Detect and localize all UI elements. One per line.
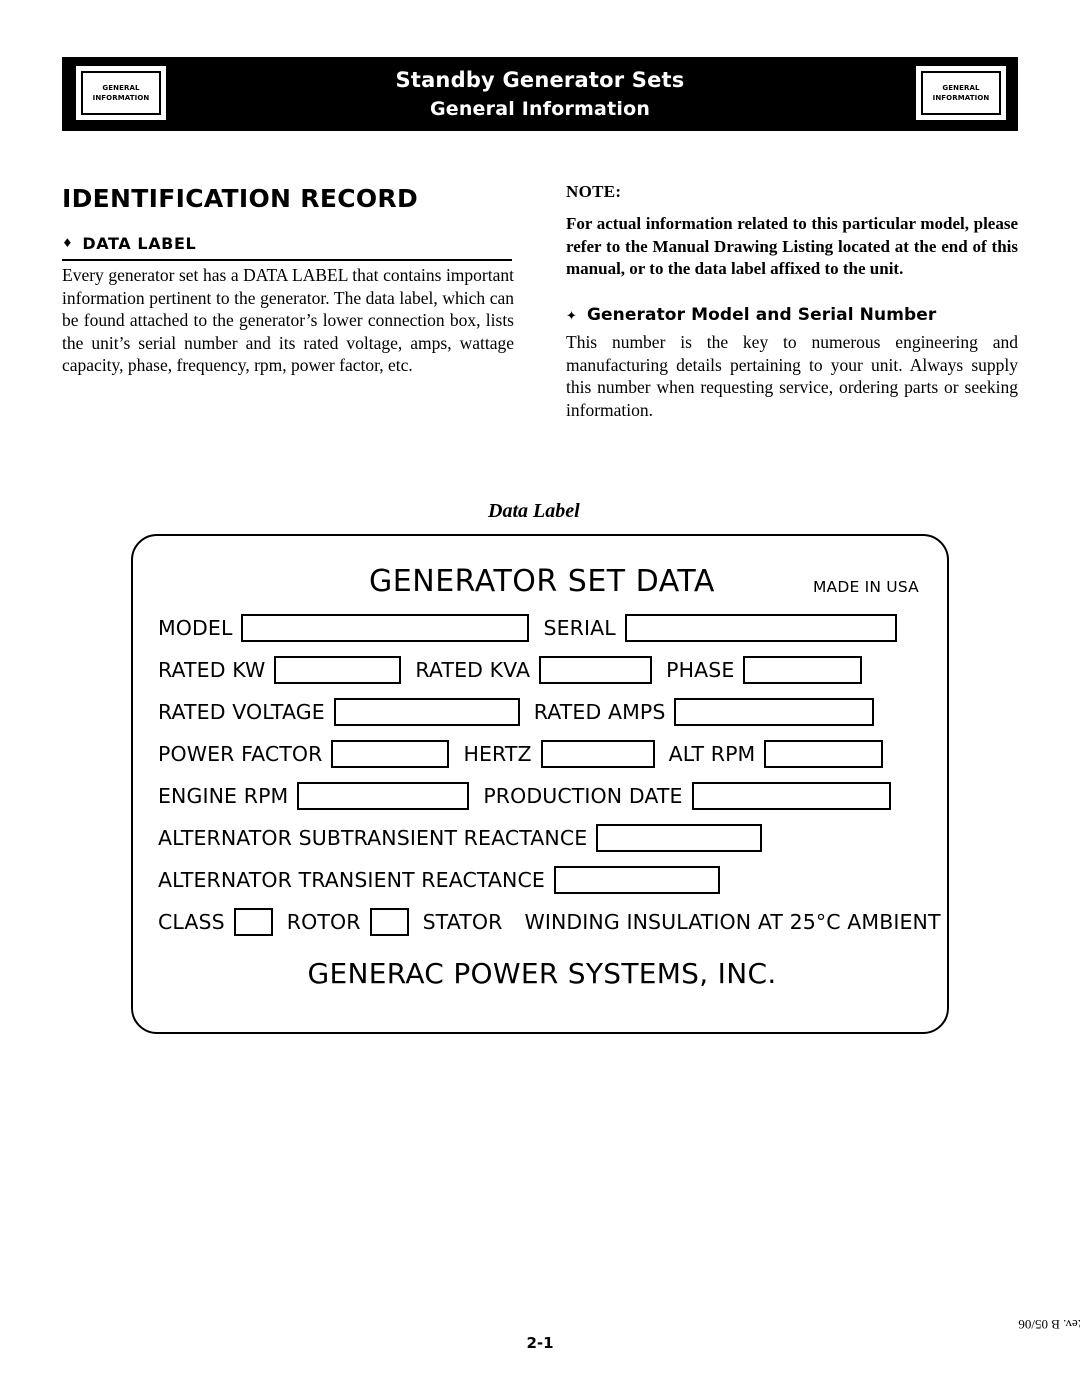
- page-header-title: Standby Generator Sets General Informati…: [62, 62, 1018, 121]
- field-label-hertz: HERTZ: [463, 742, 532, 766]
- field-input-rated-kva[interactable]: [539, 656, 653, 684]
- field-label-power-factor: POWER FACTOR: [158, 742, 323, 766]
- generator-model-paragraph: This number is the key to numerous engin…: [566, 332, 1018, 420]
- field-input-rated-voltage[interactable]: [333, 698, 520, 726]
- note-heading: NOTE:: [566, 182, 622, 201]
- field-label-winding: WINDING INSULATION AT 25°C AMBIENT: [524, 910, 941, 934]
- field-label-alt-transient: ALTERNATOR TRANSIENT REACTANCE: [158, 868, 545, 892]
- field-label-rated-kva: RATED KVA: [415, 658, 531, 682]
- generator-model-subheading-text: Generator Model and Serial Number: [587, 305, 937, 325]
- field-input-hertz[interactable]: [540, 740, 655, 768]
- plate-row-voltage-amps: RATED VOLTAGE RATED AMPS: [158, 698, 875, 726]
- tab-icon-right-line2: INFORMATION: [932, 94, 990, 102]
- plate-row-kw-kva-phase: RATED KW RATED KVA PHASE: [158, 656, 863, 684]
- plate-row-engine-production: ENGINE RPM PRODUCTION DATE: [158, 782, 891, 810]
- tab-icon-left-line1: GENERAL: [102, 83, 140, 92]
- plate-row-transient: ALTERNATOR TRANSIENT REACTANCE: [158, 866, 720, 894]
- field-label-alt-subtransient: ALTERNATOR SUBTRANSIENT REACTANCE: [158, 826, 588, 850]
- field-input-rated-amps[interactable]: [674, 698, 875, 726]
- field-label-alt-rpm: ALT RPM: [668, 742, 756, 766]
- page-number: 2-1: [526, 1334, 554, 1352]
- made-in-usa-text: MADE IN USA: [812, 578, 919, 596]
- plate-row-class-rotor-stator: CLASS ROTOR STATOR WINDING INSULATION AT…: [158, 908, 950, 936]
- plate-row-model-serial: MODEL SERIAL: [158, 614, 897, 642]
- field-input-serial[interactable]: [624, 614, 897, 642]
- field-input-engine-rpm[interactable]: [297, 782, 470, 810]
- field-input-rotor[interactable]: [369, 908, 409, 936]
- note-paragraph: For actual information related to this p…: [566, 214, 1018, 279]
- tab-icon-left-line2: INFORMATION: [92, 94, 150, 102]
- field-input-model[interactable]: [241, 614, 530, 642]
- field-label-rated-voltage: RATED VOLTAGE: [158, 700, 325, 724]
- field-label-stator: STATOR: [422, 910, 503, 934]
- field-input-phase[interactable]: [743, 656, 863, 684]
- field-label-engine-rpm: ENGINE RPM: [158, 784, 289, 808]
- data-label-subheading-text: DATA LABEL: [82, 234, 197, 253]
- field-label-phase: PHASE: [666, 658, 735, 682]
- field-label-serial: SERIAL: [543, 616, 616, 640]
- tab-icon-right-line1: GENERAL: [942, 83, 980, 92]
- field-input-rated-kw[interactable]: [274, 656, 402, 684]
- field-label-model: MODEL: [158, 616, 233, 640]
- plate-row-pf-hertz-altrpm: POWER FACTOR HERTZ ALT RPM: [158, 740, 884, 768]
- field-input-alt-subtransient[interactable]: [596, 824, 763, 852]
- generator-model-subheading: ✦ Generator Model and Serial Number: [566, 305, 936, 325]
- field-input-power-factor[interactable]: [331, 740, 450, 768]
- plate-footer-company: GENERAC POWER SYSTEMS, INC.: [307, 957, 777, 990]
- data-label-subheading: ♦ DATA LABEL: [62, 234, 512, 261]
- field-label-rated-amps: RATED AMPS: [533, 700, 666, 724]
- general-information-tab-icon-right: GENERAL INFORMATION: [914, 64, 1008, 122]
- data-label-paragraph: Every generator set has a DATA LABEL tha…: [62, 265, 514, 376]
- diamond-bullet-icon: ♦: [62, 236, 74, 250]
- four-point-star-bullet-icon: ✦: [566, 309, 577, 324]
- figure-caption: Data Label: [488, 500, 580, 522]
- field-input-production-date[interactable]: [691, 782, 891, 810]
- field-label-rotor: ROTOR: [286, 910, 361, 934]
- field-label-production-date: PRODUCTION DATE: [483, 784, 683, 808]
- field-label-class: CLASS: [158, 910, 225, 934]
- page-title: IDENTIFICATION RECORD: [62, 184, 419, 213]
- field-label-rated-kw: RATED KW: [158, 658, 266, 682]
- data-label-plate: GENERATOR SET DATA MADE IN USA MODEL SER…: [131, 534, 949, 1034]
- footer-revision: Identy 002 Rev. B 05/06: [1018, 1317, 1080, 1332]
- header-title-line2: General Information: [429, 97, 651, 120]
- field-input-class[interactable]: [233, 908, 273, 936]
- plate-row-subtransient: ALTERNATOR SUBTRANSIENT REACTANCE: [158, 824, 763, 852]
- general-information-tab-icon-left: GENERAL INFORMATION: [74, 64, 168, 122]
- field-input-alt-rpm[interactable]: [764, 740, 884, 768]
- field-input-alt-transient[interactable]: [553, 866, 720, 894]
- header-title-line1: Standby Generator Sets: [395, 68, 685, 92]
